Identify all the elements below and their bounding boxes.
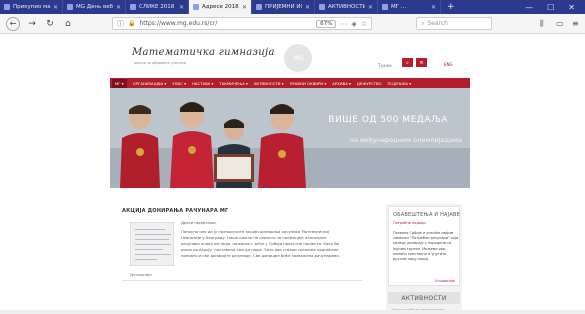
web-page: Математичка гимназија школа за обдарене … — [110, 34, 470, 314]
header-menu-button[interactable]: ≡ — [416, 58, 427, 67]
menu-item-legal[interactable]: ПРАВНИ ОКВИРИ ▾ — [290, 81, 327, 86]
banner-headline: ВИШЕ ОД 500 МЕДАЉА — [328, 115, 448, 125]
minimize-icon[interactable]: — — [525, 3, 533, 12]
banner-subheadline: на међународним олимпијадама — [349, 136, 462, 144]
close-tab-icon[interactable]: ✕ — [116, 4, 121, 11]
header-search-button[interactable]: ⌕ — [402, 58, 413, 67]
close-window-icon[interactable]: ✕ — [568, 3, 575, 12]
menu-item-teaching[interactable]: НАСТАВА ▾ — [192, 81, 213, 86]
library-icon[interactable]: ⫼ — [540, 19, 544, 29]
article-thumbnail[interactable] — [130, 222, 174, 266]
tab-favicon-icon — [382, 4, 388, 10]
window-controls: — ☐ ✕ — [525, 3, 585, 12]
language-switch[interactable]: ENG — [444, 62, 453, 67]
site-header: Математичка гимназија школа за обдарене … — [110, 34, 470, 74]
header-search-label[interactable]: Тражи — [378, 63, 392, 68]
tab-favicon-icon — [319, 4, 325, 10]
search-placeholder: Search — [427, 20, 448, 27]
menu-icon[interactable]: ≡ — [572, 19, 579, 28]
article-divider — [122, 280, 362, 281]
tab-favicon-icon — [4, 4, 10, 10]
close-tab-icon[interactable]: ✕ — [53, 4, 58, 11]
back-icon[interactable]: ← — [6, 16, 20, 31]
article-body: Драги пријатељи, Поносни смо да ју препо… — [181, 220, 345, 259]
address-bar[interactable]: ⓘ 🔒 https://www.mg.edu.rs/cr/ 67% ⋯ ◈ ☆ — [112, 17, 372, 30]
thumb-line — [135, 249, 163, 250]
close-tab-icon[interactable]: ✕ — [431, 4, 436, 11]
menu-item-competitions[interactable]: ТАКМИЧЕЊА ▾ — [219, 81, 247, 86]
article-text: Поносни смо да ју препоручите акцији дон… — [181, 229, 340, 258]
sidebar: ОБАВЕШТЕЊА И НАЈАВЕ Потребни подаци Позв… — [386, 204, 462, 314]
close-tab-icon[interactable]: ✕ — [305, 4, 310, 11]
menu-item-archive[interactable]: АРХИВА ▾ — [332, 81, 351, 86]
menu-item-enrollment[interactable]: УПИС ▾ — [172, 81, 186, 86]
hero-banner[interactable]: ВИШЕ ОД 500 МЕДАЉА на међународним олимп… — [110, 88, 470, 188]
menu-item-mg[interactable]: МГ ▾ — [112, 78, 127, 88]
home-icon[interactable]: ⌂ — [62, 18, 74, 30]
menu-item-activities[interactable]: АКТИВНОСТИ ▾ — [254, 81, 284, 86]
menu-item-duty[interactable]: ДЕЖУРСТВО — [357, 81, 382, 86]
close-tab-icon[interactable]: ✕ — [179, 4, 184, 11]
tab-favicon-icon — [67, 4, 73, 10]
activities-header[interactable]: АКТИВНОСТИ — [388, 292, 460, 304]
lock-icon: 🔒 — [128, 20, 136, 27]
zoom-level[interactable]: 67% — [316, 19, 337, 28]
anniversary-badge: MG — [284, 44, 312, 72]
tab-favicon-icon — [256, 4, 262, 10]
tab-favicon-icon — [193, 4, 199, 10]
pocket-icon[interactable]: ◈ — [351, 20, 356, 28]
site-menu: МГ ▾ ОРГАНИЗАЦИЈА ▾ УПИС ▾ НАСТАВА ▾ ТАК… — [110, 78, 470, 88]
close-tab-icon[interactable]: ✕ — [242, 4, 247, 11]
tab-strip: Прикупио мате...✕ MG День вебер...✕ СЛИК… — [0, 0, 585, 14]
close-tab-icon[interactable]: ✕ — [368, 4, 373, 11]
site-logo-subtitle: школа за обдарене ученике — [134, 61, 186, 65]
article-title[interactable]: АКЦИЈА ДОНИРАЊА РАЧУНАРА МГ — [122, 208, 228, 214]
maximize-icon[interactable]: ☐ — [547, 3, 554, 12]
menu-item-support[interactable]: ПОДРШКА ▾ — [388, 81, 412, 86]
browser-tab[interactable]: СЛИКЕ 2018 - ...✕ — [126, 0, 189, 14]
info-icon[interactable]: ⓘ — [117, 19, 124, 29]
thumb-line — [135, 259, 157, 260]
article-more-link[interactable]: Детаљније — [130, 272, 152, 277]
page-bottom-edge — [0, 310, 585, 314]
sidebar-icon[interactable]: ▭ — [556, 19, 564, 28]
search-input[interactable]: ⌕ Search — [416, 17, 492, 30]
browser-tab[interactable]: Прикупио мате...✕ — [0, 0, 63, 14]
article-greeting: Драги пријатељи, — [181, 220, 217, 225]
announcement-text: Позвани Србије и учешће својим заменом "… — [393, 231, 459, 262]
browser-tab[interactable]: ПРИЈЕМНИ ИСПИТ...✕ — [252, 0, 315, 14]
browser-tab[interactable]: АКТИВНОСТИ - ...✕ — [315, 0, 378, 14]
browser-tab-active[interactable]: Адресе 2018 ...✕ — [189, 0, 252, 14]
tab-favicon-icon — [130, 4, 136, 10]
thumb-line — [135, 244, 171, 245]
bookmark-star-icon[interactable]: ☆ — [361, 20, 367, 28]
browser-tab[interactable]: МГ ... ✕ — [378, 0, 441, 14]
browser-tab[interactable]: MG День вебер...✕ — [63, 0, 126, 14]
announcement-heading[interactable]: Потребни подаци — [393, 221, 426, 225]
thumb-line — [135, 254, 171, 255]
announcements-title: ОБАВЕШТЕЊА И НАЈАВЕ — [393, 212, 460, 218]
announcement-more-link[interactable]: Опширније — [435, 279, 455, 283]
menu-item-organization[interactable]: ОРГАНИЗАЦИЈА ▾ — [133, 81, 167, 86]
thumb-line — [135, 229, 165, 230]
reload-icon[interactable]: ↻ — [44, 18, 56, 30]
url-text[interactable]: https://www.mg.edu.rs/cr/ — [139, 20, 312, 27]
announcements-box: ОБАВЕШТЕЊА И НАЈАВЕ Потребни подаци Позв… — [388, 206, 460, 286]
navigation-bar: ← → ↻ ⌂ ⓘ 🔒 https://www.mg.edu.rs/cr/ 67… — [0, 14, 585, 34]
search-icon: ⌕ — [421, 19, 425, 27]
thumb-line — [135, 234, 171, 235]
forward-icon[interactable]: → — [26, 18, 38, 30]
new-tab-button[interactable]: + — [441, 2, 461, 12]
thumb-line — [135, 239, 169, 240]
page-actions-icon[interactable]: ⋯ — [340, 20, 347, 28]
site-logo[interactable]: Математичка гимназија — [132, 47, 275, 58]
